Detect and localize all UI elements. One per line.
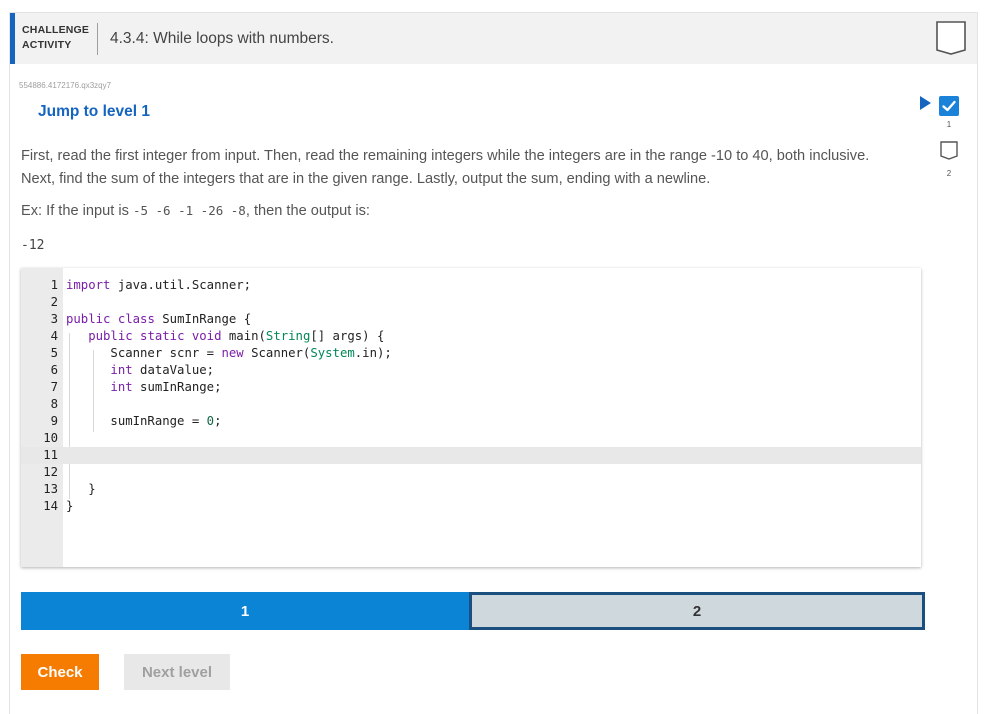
line-number: 11 xyxy=(43,448,58,462)
jump-to-level-link[interactable]: Jump to level 1 xyxy=(38,103,150,121)
code-line[interactable]: 12 xyxy=(21,464,921,481)
code-line[interactable]: 6 int dataValue; xyxy=(21,362,921,379)
code-text[interactable]: int dataValue; xyxy=(66,362,214,379)
code-text[interactable]: import java.util.Scanner; xyxy=(66,277,251,294)
code-text[interactable]: public static void main(String[] args) { xyxy=(66,328,384,345)
code-line[interactable]: 3 public class SumInRange { xyxy=(21,311,921,328)
activity-id: 554886.4172176.qx3zqy7 xyxy=(19,81,112,90)
example-text: Ex: If the input is -5 -6 -1 -26 -8, the… xyxy=(21,203,370,219)
badge-line2: ACTIVITY xyxy=(22,39,72,51)
next-level-button[interactable]: Next level xyxy=(124,654,230,690)
code-line[interactable]: 1 import java.util.Scanner; xyxy=(21,277,921,294)
line-number: 6 xyxy=(50,363,58,377)
example-prefix: Ex: If the input is xyxy=(21,203,133,219)
line-number: 4 xyxy=(50,329,58,343)
level-2-checkbox[interactable] xyxy=(939,140,959,160)
code-editor[interactable]: 1 import java.util.Scanner; 2 3 public class… xyxy=(21,268,921,567)
instructions-text: First, read the first integer from input… xyxy=(21,148,870,187)
code-line[interactable]: 8 xyxy=(21,396,921,413)
line-number: 14 xyxy=(43,499,58,513)
code-line[interactable]: 10 xyxy=(21,430,921,447)
activity-title: 4.3.4: While loops with numbers. xyxy=(110,30,334,47)
header-accent-bar xyxy=(10,13,15,64)
challenge-badge: CHALLENGE ACTIVITY xyxy=(22,23,89,53)
level-2-number: 2 xyxy=(946,169,952,178)
line-number: 8 xyxy=(50,397,58,411)
code-text[interactable]: int sumInRange; xyxy=(66,379,221,396)
code-line[interactable]: 13 } xyxy=(21,481,921,498)
code-line[interactable]: 9 sumInRange = 0; xyxy=(21,413,921,430)
code-line[interactable]: 4 public static void main(String[] args)… xyxy=(21,328,921,345)
code-line[interactable]: 11 xyxy=(21,447,921,464)
line-number: 7 xyxy=(50,380,58,394)
example-input: -5 -6 -1 -26 -8 xyxy=(132,203,246,218)
line-number: 13 xyxy=(43,482,58,496)
level-1-tab[interactable]: 1 xyxy=(21,592,469,630)
code-text[interactable]: sumInRange = 0; xyxy=(66,413,221,430)
example-output: -12 xyxy=(21,238,45,253)
line-number: 1 xyxy=(50,278,58,292)
code-text[interactable]: } xyxy=(66,498,73,515)
badge-line1: CHALLENGE xyxy=(22,24,90,36)
current-level-arrow-icon xyxy=(920,96,931,110)
checkmark-icon xyxy=(942,100,956,112)
code-line[interactable]: 14} xyxy=(21,498,921,515)
line-number: 3 xyxy=(50,312,58,326)
level-2-tab[interactable]: 2 xyxy=(469,592,925,630)
bookmark-icon[interactable] xyxy=(935,20,967,56)
level-1-number: 1 xyxy=(946,120,952,129)
level-bar: 1 2 xyxy=(21,592,925,630)
code-text[interactable]: Scanner scnr = new Scanner(System.in); xyxy=(66,345,391,362)
line-number: 2 xyxy=(50,295,58,309)
header-separator xyxy=(97,23,98,55)
line-number: 5 xyxy=(50,346,58,360)
line-number: 10 xyxy=(43,431,58,445)
check-button[interactable]: Check xyxy=(21,654,99,690)
code-line[interactable]: 2 xyxy=(21,294,921,311)
line-number: 9 xyxy=(50,414,58,428)
line-number: 12 xyxy=(43,465,58,479)
code-text[interactable]: } xyxy=(66,481,95,498)
code-line[interactable]: 7 int sumInRange; xyxy=(21,379,921,396)
code-text[interactable]: public class SumInRange { xyxy=(66,311,251,328)
level-1-checkbox[interactable] xyxy=(939,96,959,116)
code-line[interactable]: 5 Scanner scnr = new Scanner(System.in); xyxy=(21,345,921,362)
example-suffix: , then the output is: xyxy=(245,203,370,219)
